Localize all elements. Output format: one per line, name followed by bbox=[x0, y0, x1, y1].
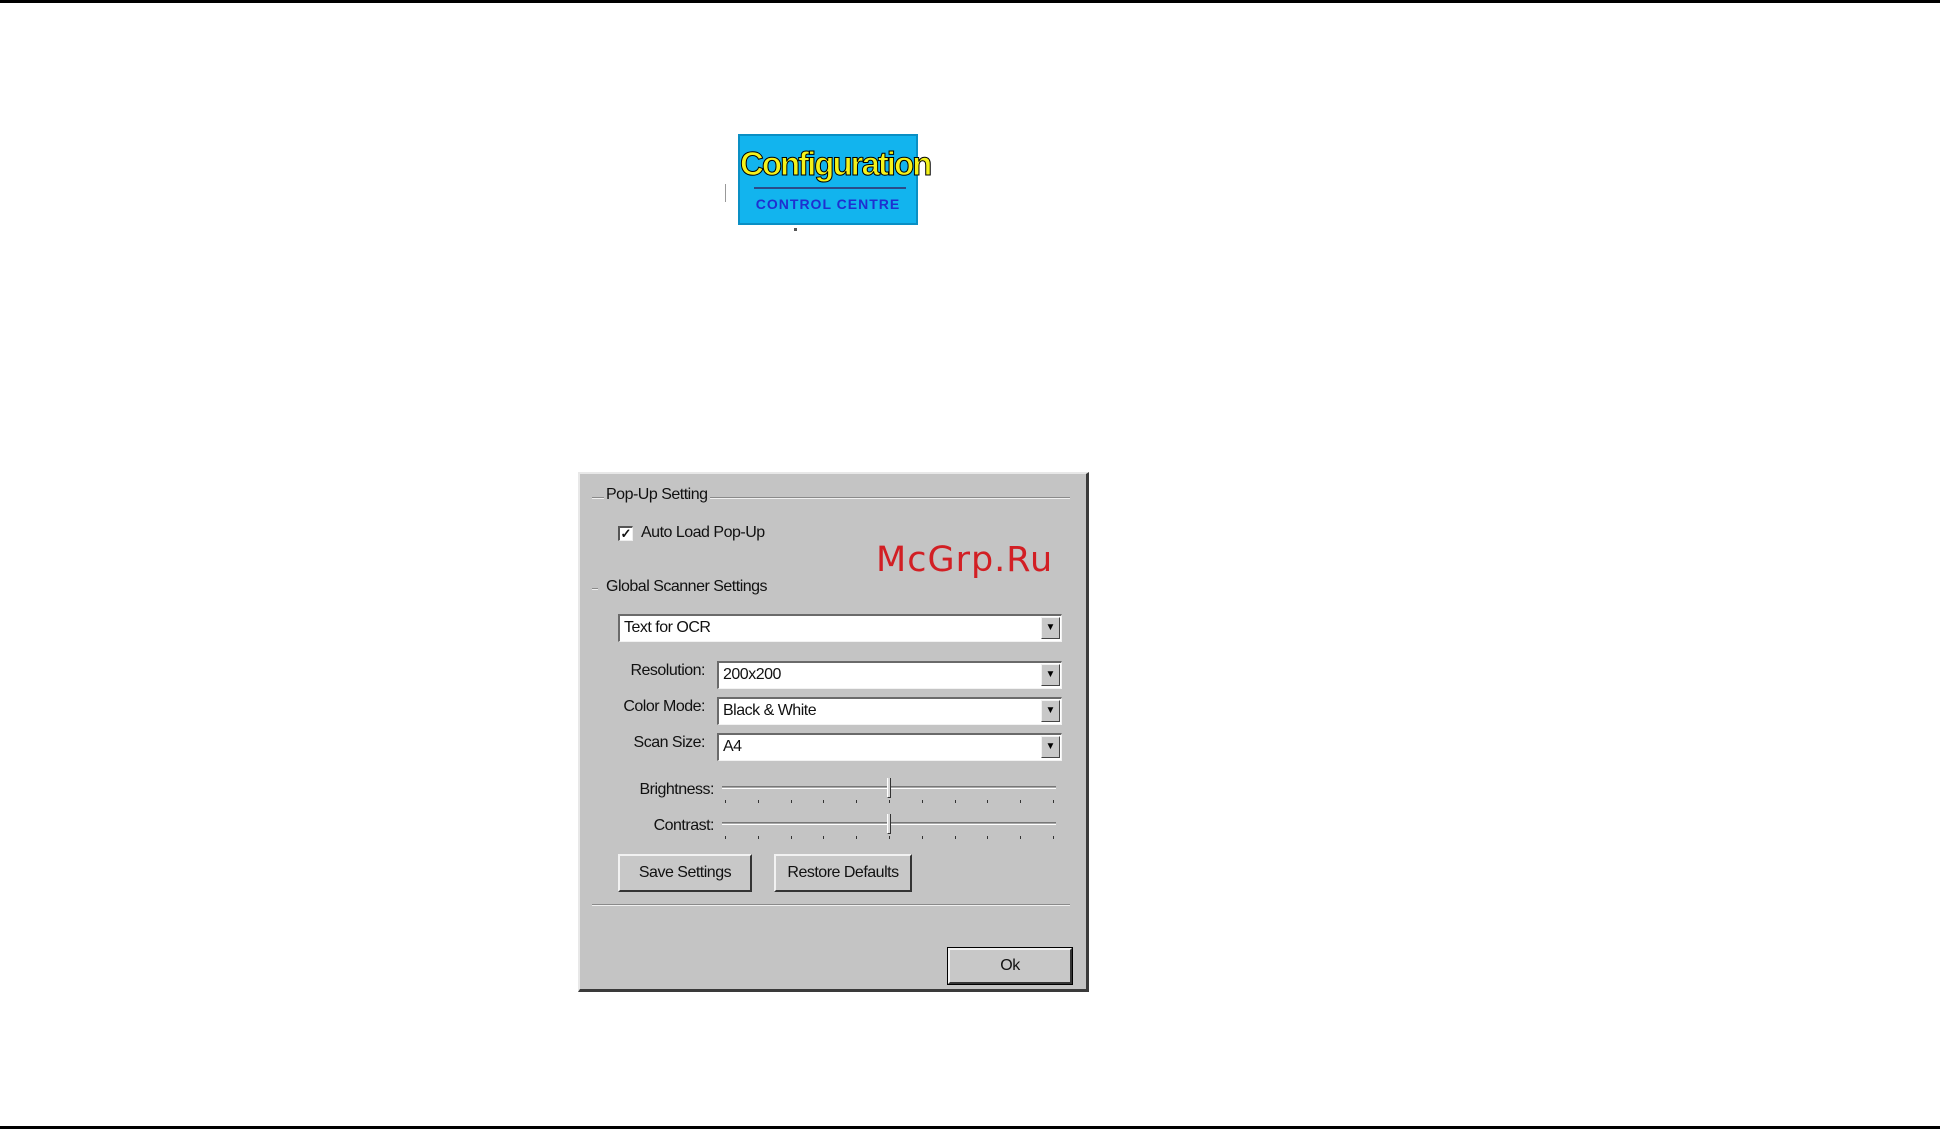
chevron-down-icon[interactable]: ▼ bbox=[1041, 700, 1060, 722]
contrast-tick bbox=[987, 836, 988, 839]
brightness-tick bbox=[987, 800, 988, 803]
brightness-tick bbox=[791, 800, 792, 803]
contrast-tick bbox=[955, 836, 956, 839]
contrast-tick bbox=[1053, 836, 1054, 839]
brightness-tick bbox=[922, 800, 923, 803]
configuration-logo: Configuration CONTROL CENTRE bbox=[738, 134, 933, 225]
contrast-tick bbox=[725, 836, 726, 839]
resolution-select[interactable]: 200x200 ▼ bbox=[717, 661, 1062, 689]
save-settings-button[interactable]: Save Settings bbox=[618, 854, 752, 892]
watermark: McGrp.Ru bbox=[876, 540, 1054, 580]
scan-size-label: Scan Size: bbox=[633, 734, 706, 751]
chevron-down-icon[interactable]: ▼ bbox=[1041, 736, 1060, 758]
color-mode-value: Black & White bbox=[723, 702, 817, 719]
logo-divider bbox=[754, 187, 906, 189]
resolution-label: Resolution: bbox=[630, 662, 705, 679]
logo-margin-mark bbox=[725, 184, 726, 202]
scan-mode-value: Text for OCR bbox=[624, 619, 711, 636]
top-rule bbox=[0, 0, 1940, 3]
popup-group-label: Pop-Up Setting bbox=[604, 486, 710, 504]
dialog-separator bbox=[592, 904, 1070, 906]
resolution-value: 200x200 bbox=[723, 666, 781, 683]
contrast-tick bbox=[889, 836, 890, 839]
logo-dot bbox=[794, 228, 797, 231]
logo-title: Configuration bbox=[740, 145, 933, 182]
logo-subtitle: CONTROL CENTRE bbox=[755, 196, 901, 212]
color-mode-select[interactable]: Black & White ▼ bbox=[717, 697, 1062, 725]
contrast-thumb[interactable] bbox=[887, 814, 891, 834]
contrast-tick bbox=[1020, 836, 1021, 839]
scanner-group-label: Global Scanner Settings bbox=[604, 578, 770, 596]
scanner-group-line bbox=[592, 588, 598, 590]
contrast-tick bbox=[823, 836, 824, 839]
brightness-tick bbox=[725, 800, 726, 803]
contrast-tick bbox=[791, 836, 792, 839]
scan-mode-select[interactable]: Text for OCR ▼ bbox=[618, 614, 1062, 642]
brightness-tick bbox=[1020, 800, 1021, 803]
bottom-rule bbox=[0, 1126, 1940, 1129]
contrast-label: Contrast: bbox=[653, 817, 715, 834]
brightness-slider[interactable] bbox=[722, 776, 1056, 808]
contrast-tick bbox=[922, 836, 923, 839]
autoload-popup-option[interactable]: ✓ Auto Load Pop-Up bbox=[618, 524, 765, 542]
check-icon: ✓ bbox=[620, 525, 632, 541]
autoload-popup-checkbox[interactable]: ✓ bbox=[618, 525, 633, 541]
scan-size-select[interactable]: A4 ▼ bbox=[717, 733, 1062, 761]
brightness-tick bbox=[758, 800, 759, 803]
autoload-popup-label: Auto Load Pop-Up bbox=[641, 524, 765, 541]
scan-size-value: A4 bbox=[723, 738, 742, 755]
contrast-slider[interactable] bbox=[722, 812, 1056, 844]
chevron-down-icon[interactable]: ▼ bbox=[1041, 664, 1060, 686]
brightness-tick bbox=[856, 800, 857, 803]
restore-defaults-button[interactable]: Restore Defaults bbox=[774, 854, 912, 892]
brightness-thumb[interactable] bbox=[887, 778, 891, 798]
contrast-tick bbox=[758, 836, 759, 839]
brightness-tick bbox=[823, 800, 824, 803]
contrast-tick bbox=[856, 836, 857, 839]
chevron-down-icon[interactable]: ▼ bbox=[1041, 617, 1060, 639]
color-mode-label: Color Mode: bbox=[623, 698, 705, 715]
brightness-label: Brightness: bbox=[639, 781, 714, 798]
ok-button[interactable]: Ok bbox=[947, 947, 1073, 985]
brightness-tick bbox=[1053, 800, 1054, 803]
brightness-tick bbox=[955, 800, 956, 803]
brightness-tick bbox=[889, 800, 890, 803]
